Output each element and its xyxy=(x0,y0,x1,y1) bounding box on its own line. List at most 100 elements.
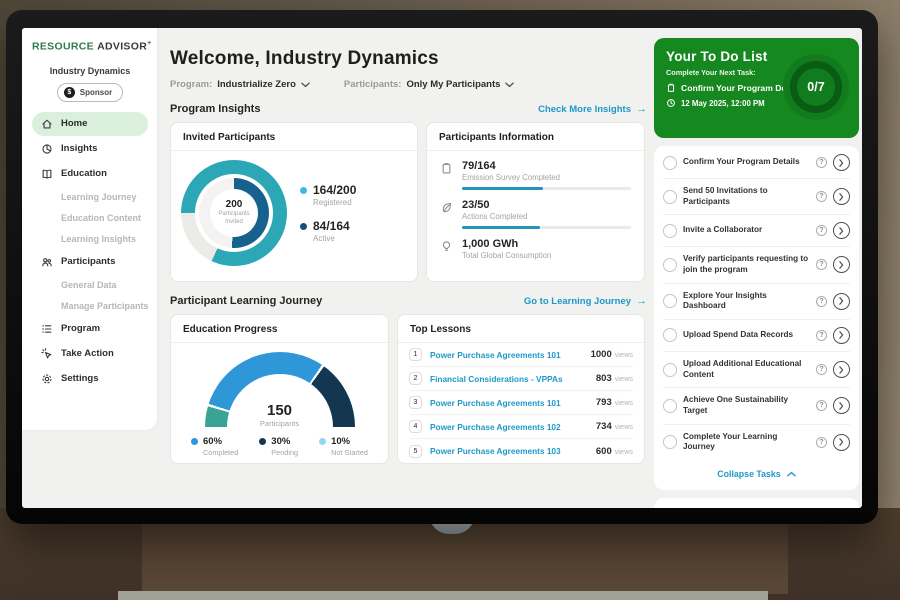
go-to-learning-journey-link[interactable]: Go to Learning Journey → xyxy=(524,295,647,307)
go-button[interactable] xyxy=(833,188,850,205)
sidebar-item-program[interactable]: Program xyxy=(32,317,148,341)
section-title: Program Insights xyxy=(170,103,260,115)
participants-icon xyxy=(41,256,53,268)
checkbox[interactable] xyxy=(663,363,677,377)
go-button[interactable] xyxy=(833,222,850,239)
sidebar-item-learning-insights[interactable]: Learning Insights xyxy=(32,229,148,249)
collapse-tasks-link[interactable]: Collapse Tasks xyxy=(663,460,850,489)
stat-row: 79/164 Emission Survey Completed xyxy=(440,160,631,190)
checkbox[interactable] xyxy=(663,224,677,238)
checkbox[interactable] xyxy=(663,258,677,272)
sidebar-item-participants[interactable]: Participants xyxy=(32,250,148,274)
go-button[interactable] xyxy=(833,154,850,171)
card-title: Top Lessons xyxy=(398,315,644,343)
go-button[interactable] xyxy=(833,327,850,344)
todo-item[interactable]: Explore Your Insights Dashboard ? xyxy=(663,284,850,320)
todo-item[interactable]: Confirm Your Program Details ? xyxy=(663,147,850,179)
checkbox[interactable] xyxy=(663,399,677,413)
sidebar-item-education[interactable]: Education xyxy=(32,162,148,186)
help-icon[interactable]: ? xyxy=(816,437,827,448)
go-button[interactable] xyxy=(833,397,850,414)
progress-fill xyxy=(462,226,540,229)
go-button[interactable] xyxy=(833,434,850,451)
sidebar-item-insights[interactable]: Insights xyxy=(32,137,148,161)
program-dropdown[interactable]: Program: Industrialize Zero xyxy=(170,79,310,90)
help-icon[interactable]: ? xyxy=(816,400,827,411)
sidebar-item-learning-journey[interactable]: Learning Journey xyxy=(32,187,148,207)
todo-item[interactable]: Send 50 Invitations to Participants ? xyxy=(663,179,850,215)
arrow-right-icon: → xyxy=(636,295,647,307)
help-icon[interactable]: ? xyxy=(816,191,827,202)
lesson-views: 1000 xyxy=(591,349,612,360)
participants-dropdown[interactable]: Participants: Only My Participants xyxy=(344,79,515,90)
checkbox[interactable] xyxy=(663,328,677,342)
go-button[interactable] xyxy=(833,361,850,378)
education-legend: 60% Completed 30% Pending xyxy=(191,436,368,457)
sidebar-item-take-action[interactable]: Take Action xyxy=(32,342,148,366)
progress-track xyxy=(462,226,631,229)
checkbox[interactable] xyxy=(663,190,677,204)
sidebar-item-label: Take Action xyxy=(61,348,114,359)
help-icon[interactable]: ? xyxy=(816,330,827,341)
stat-row: 1,000 GWh Total Global Consumption xyxy=(440,238,631,260)
chevron-right-icon xyxy=(839,193,844,201)
link-label: Go to Learning Journey xyxy=(524,296,631,307)
help-icon[interactable]: ? xyxy=(816,225,827,236)
sidebar-item-home[interactable]: Home xyxy=(32,112,148,136)
insights-icon xyxy=(41,143,53,155)
lesson-title-link[interactable]: Power Purchase Agreements 101 xyxy=(430,350,583,360)
participants-label: Participants: xyxy=(344,79,402,90)
lesson-rank: 4 xyxy=(409,420,422,433)
legend-dot xyxy=(191,438,198,445)
chevron-right-icon xyxy=(839,159,844,167)
book-icon xyxy=(41,168,53,180)
lesson-views: 803 xyxy=(596,373,612,384)
legend-dot xyxy=(300,223,307,230)
todo-item[interactable]: Achieve One Sustainability Target ? xyxy=(663,388,850,424)
views-suffix: views xyxy=(615,374,633,383)
lesson-title-link[interactable]: Financial Considerations - VPPAs xyxy=(430,374,588,384)
lesson-row[interactable]: 1 Power Purchase Agreements 101 1000view… xyxy=(409,343,633,367)
lesson-title-link[interactable]: Power Purchase Agreements 102 xyxy=(430,422,588,432)
background-strip xyxy=(118,591,768,600)
stat-value: 1,000 GWh xyxy=(462,238,631,250)
todo-item[interactable]: Invite a Collaborator ? xyxy=(663,215,850,247)
lesson-title-link[interactable]: Power Purchase Agreements 101 xyxy=(430,398,588,408)
checkbox[interactable] xyxy=(663,294,677,308)
help-icon[interactable]: ? xyxy=(816,259,827,270)
todo-item[interactable]: Upload Additional Educational Content ? xyxy=(663,352,850,388)
help-icon[interactable]: ? xyxy=(816,296,827,307)
sidebar-item-manage-participants[interactable]: Manage Participants xyxy=(32,296,148,316)
help-icon[interactable]: ? xyxy=(816,157,827,168)
go-button[interactable] xyxy=(833,293,850,310)
check-more-insights-link[interactable]: Check More Insights → xyxy=(538,103,647,115)
sidebar-item-education-content[interactable]: Education Content xyxy=(32,208,148,228)
todo-item[interactable]: Upload Spend Data Records ? xyxy=(663,320,850,352)
stat-row: 23/50 Actions Completed xyxy=(440,199,631,229)
sidebar-item-settings[interactable]: Settings xyxy=(32,367,148,391)
legend-label: Active xyxy=(313,234,356,243)
card-title: Education Progress xyxy=(171,315,388,343)
lesson-title-link[interactable]: Power Purchase Agreements 103 xyxy=(430,446,588,456)
sidebar-item-general-data[interactable]: General Data xyxy=(32,275,148,295)
progress-ring: 0/7 xyxy=(790,61,842,113)
logo-primary: RESOURCE xyxy=(32,41,94,53)
lesson-views: 793 xyxy=(596,397,612,408)
sidebar-item-label: Settings xyxy=(61,373,98,384)
sidebar-item-label: Education Content xyxy=(61,213,141,223)
todo-item-label: Explore Your Insights Dashboard xyxy=(683,291,810,312)
bulb-icon xyxy=(440,240,453,253)
lesson-row[interactable]: 4 Power Purchase Agreements 102 734views xyxy=(409,415,633,439)
checkbox[interactable] xyxy=(663,156,677,170)
go-button[interactable] xyxy=(833,256,850,273)
lesson-row[interactable]: 5 Power Purchase Agreements 103 600views xyxy=(409,439,633,463)
take-action-icon xyxy=(41,348,53,360)
lesson-row[interactable]: 3 Power Purchase Agreements 101 793views xyxy=(409,391,633,415)
help-icon[interactable]: ? xyxy=(816,364,827,375)
checkbox[interactable] xyxy=(663,435,677,449)
todo-item[interactable]: Complete Your Learning Journey ? xyxy=(663,425,850,460)
lesson-rank: 5 xyxy=(409,445,422,458)
education-progress-card: Education Progress 150 Participants xyxy=(170,314,389,464)
lesson-row[interactable]: 2 Financial Considerations - VPPAs 803vi… xyxy=(409,367,633,391)
todo-item[interactable]: Verify participants requesting to join t… xyxy=(663,247,850,283)
